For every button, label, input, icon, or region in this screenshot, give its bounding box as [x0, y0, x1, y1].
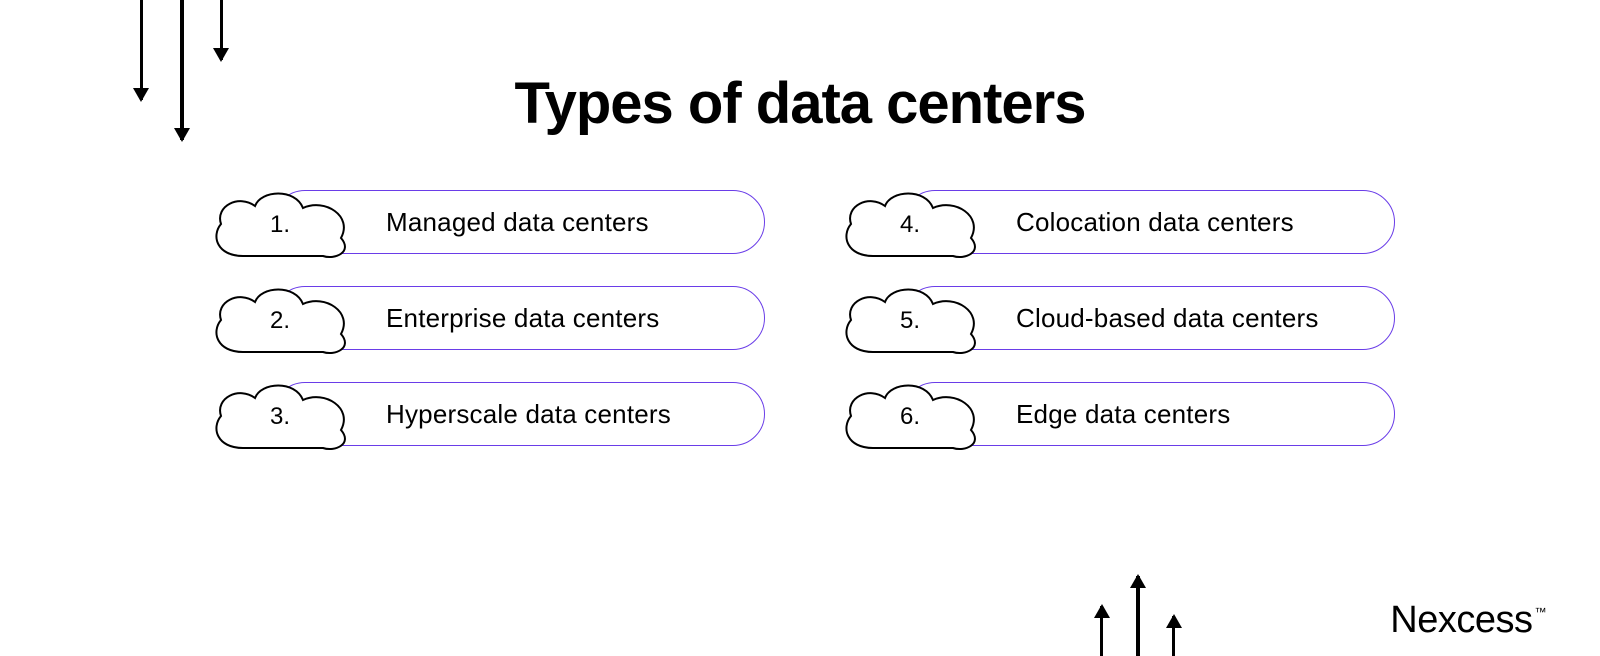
item-number: 3.: [205, 378, 355, 450]
item-label: Enterprise data centers: [386, 303, 659, 334]
cloud-icon: 1.: [205, 186, 355, 258]
item-label: Managed data centers: [386, 207, 649, 238]
item-number: 4.: [835, 186, 985, 258]
cloud-icon: 6.: [835, 378, 985, 450]
item-label: Colocation data centers: [1016, 207, 1294, 238]
left-column: Managed data centers 1. Enterprise data …: [205, 190, 765, 446]
cloud-icon: 2.: [205, 282, 355, 354]
cloud-icon: 4.: [835, 186, 985, 258]
item-label: Edge data centers: [1016, 399, 1230, 430]
items-grid: Managed data centers 1. Enterprise data …: [0, 190, 1600, 446]
brand-logo: Nexcess™: [1390, 599, 1544, 642]
item-number: 1.: [205, 186, 355, 258]
brand-text: Nexcess: [1390, 599, 1532, 641]
item-2: Enterprise data centers 2.: [205, 286, 765, 350]
item-number: 5.: [835, 282, 985, 354]
item-4: Colocation data centers 4.: [835, 190, 1395, 254]
item-6: Edge data centers 6.: [835, 382, 1395, 446]
item-label: Hyperscale data centers: [386, 399, 671, 430]
item-number: 2.: [205, 282, 355, 354]
item-3: Hyperscale data centers 3.: [205, 382, 765, 446]
trademark-symbol: ™: [1535, 605, 1547, 619]
item-label: Cloud-based data centers: [1016, 303, 1319, 334]
cloud-icon: 5.: [835, 282, 985, 354]
item-5: Cloud-based data centers 5.: [835, 286, 1395, 350]
right-column: Colocation data centers 4. Cloud-based d…: [835, 190, 1395, 446]
item-1: Managed data centers 1.: [205, 190, 765, 254]
page-title: Types of data centers: [0, 70, 1600, 137]
cloud-icon: 3.: [205, 378, 355, 450]
item-number: 6.: [835, 378, 985, 450]
